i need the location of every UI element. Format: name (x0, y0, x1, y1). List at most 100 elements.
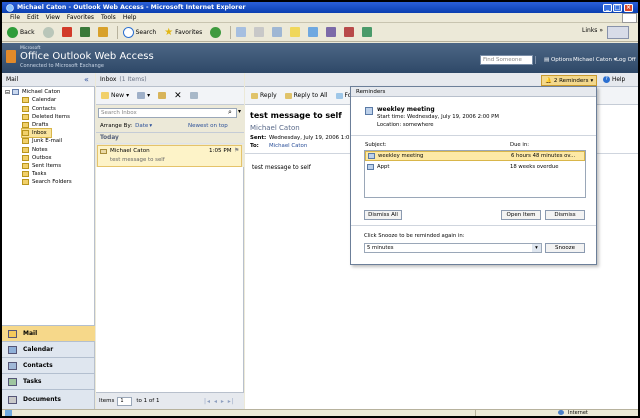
folder-inbox[interactable]: Inbox (21, 128, 52, 139)
dismiss-all-button[interactable]: Dismiss All (364, 210, 402, 220)
messenger-button[interactable] (306, 25, 320, 40)
dismiss-button[interactable]: Dismiss (545, 210, 585, 220)
owa-header: Microsoft Office Outlook Web Access Conn… (2, 43, 638, 73)
folder-drafts[interactable]: Drafts (22, 121, 48, 129)
items-page-input[interactable]: 1 (117, 396, 133, 406)
menu-help[interactable]: Help (123, 14, 137, 21)
user-menu-button[interactable]: Michael Caton ▾ (573, 55, 617, 65)
search-inbox-input[interactable]: Search Inbox (98, 108, 237, 118)
minimize-button[interactable]: _ (603, 3, 612, 12)
reading-sender[interactable]: Michael Caton (250, 124, 300, 132)
back-arrow-icon (7, 26, 18, 38)
toolbar-separator (116, 25, 118, 39)
discuss-icon (290, 27, 301, 37)
back-button[interactable]: Back (5, 25, 37, 40)
to-value[interactable]: Michael Caton (269, 143, 307, 149)
refresh-button[interactable] (78, 25, 92, 40)
folder-contacts[interactable]: Contacts (22, 105, 56, 113)
people-button[interactable] (360, 25, 374, 40)
find-someone-input[interactable]: Find Someone (480, 55, 533, 65)
office-logo-icon (6, 50, 16, 63)
folder-notes[interactable]: Notes (22, 146, 48, 154)
collapse-icon[interactable]: « (84, 75, 89, 84)
inbox-header: Inbox (1 Items) (96, 73, 244, 87)
view-button[interactable]: ▾ (135, 88, 152, 103)
menu-edit[interactable]: Edit (27, 14, 39, 21)
help-button[interactable]: ? Help (603, 76, 625, 83)
nav-documents[interactable]: Documents (2, 389, 95, 409)
reminder-start-time: Start time: Wednesday, July 19, 2006 2:0… (377, 114, 499, 120)
home-button[interactable] (96, 25, 110, 40)
folder-tree: ⊟ Michael Caton Calendar Contacts Deleted… (2, 87, 95, 325)
links-button[interactable]: Links» (582, 27, 603, 34)
print-button[interactable] (252, 25, 266, 40)
favorites-button[interactable]: ★ Favorites (162, 25, 204, 40)
reply-icon (251, 92, 258, 99)
flag-icon[interactable]: ⚑ (234, 147, 239, 154)
close-window-button[interactable]: × (624, 3, 633, 12)
arrange-by-dropdown[interactable]: Date (135, 123, 148, 129)
options-button[interactable]: ▤ Options (544, 55, 572, 65)
nav-calendar[interactable]: Calendar (2, 341, 95, 357)
menu-tools[interactable]: Tools (101, 14, 116, 21)
folder-search-folders[interactable]: Search Folders (22, 178, 72, 186)
arrange-by-bar: Arrange By: Date ▾ Newest on top (96, 120, 244, 133)
snooze-select[interactable]: 5 minutes ▾ (364, 243, 542, 253)
message-subject: test message to self (110, 157, 165, 163)
folder-deleted-items[interactable]: Deleted Items (22, 113, 70, 121)
pager-arrows-icon[interactable]: |◂ ◂ ▸ ▸| (204, 398, 235, 405)
mail-button[interactable] (234, 25, 248, 40)
reminder-row[interactable]: Appt 18 weeks overdue (365, 162, 585, 172)
nav-contacts[interactable]: Contacts (2, 357, 95, 373)
delete-button[interactable]: ✕ (172, 88, 184, 103)
divider (351, 135, 596, 136)
options-icon: ▤ (544, 57, 551, 63)
sort-order-button[interactable]: Newest on top (188, 123, 228, 129)
reply-button[interactable]: Reply (249, 88, 279, 103)
history-icon (210, 26, 222, 38)
stop-button[interactable] (60, 25, 74, 40)
edit-button[interactable] (270, 25, 284, 40)
folder-outbox[interactable]: Outbox (22, 154, 52, 162)
folder-root[interactable]: ⊟ Michael Caton (5, 88, 60, 96)
folder-calendar[interactable]: Calendar (22, 96, 56, 104)
browser-toolbar: Back Search ★ Favorites Links» (2, 23, 638, 42)
home-icon (97, 27, 108, 37)
calendar-icon (367, 164, 374, 170)
drafts-icon (22, 122, 29, 129)
search-options-chevron-icon[interactable]: ▾ (238, 108, 241, 115)
reminders-list: weekley meeting 6 hours 48 minutes ov...… (364, 150, 586, 198)
toolbar-extension-button[interactable] (607, 26, 629, 39)
arrange-label: Arrange By: (100, 123, 133, 129)
reminder-row[interactable]: weekley meeting 6 hours 48 minutes ov... (365, 151, 585, 161)
calendar-icon (22, 97, 29, 104)
message-list-item[interactable]: Michael Caton 1:05 PM ⚑ test message to … (97, 145, 242, 167)
menu-favorites[interactable]: Favorites (67, 14, 94, 21)
new-button[interactable]: New ▾ (99, 88, 131, 103)
snooze-button[interactable]: Snooze (545, 243, 585, 253)
folder-junk-email[interactable]: Junk E-mail (22, 137, 62, 145)
folder-tasks[interactable]: Tasks (22, 170, 46, 178)
nav-tasks[interactable]: Tasks (2, 373, 95, 389)
history-button[interactable] (208, 25, 223, 40)
open-item-button[interactable]: Open Item (501, 210, 541, 220)
discuss-button[interactable] (288, 25, 302, 40)
snooze-label: Click Snooze to be reminded again in: (364, 233, 465, 239)
menu-file[interactable]: File (10, 14, 20, 21)
search-button[interactable]: Search (121, 25, 159, 40)
reminders-button[interactable]: 🔔 2 Reminders ▾ (541, 75, 597, 86)
check-messages-button[interactable] (188, 88, 200, 103)
reply-all-button[interactable]: Reply to All (283, 88, 330, 103)
nav-mail[interactable]: Mail (2, 325, 95, 341)
research-button[interactable] (324, 25, 338, 40)
status-bar: Internet (2, 409, 638, 416)
forward-button[interactable] (41, 25, 56, 40)
folder-sent-items[interactable]: Sent Items (22, 162, 61, 170)
maximize-button[interactable]: □ (613, 3, 622, 12)
logoff-button[interactable]: Log Off (616, 55, 636, 65)
menu-view[interactable]: View (46, 14, 60, 21)
subject-column-header: Subject: (365, 142, 387, 148)
move-button[interactable] (156, 88, 168, 103)
addon-button[interactable] (342, 25, 356, 40)
search-icon[interactable]: ⌕ (228, 108, 232, 117)
